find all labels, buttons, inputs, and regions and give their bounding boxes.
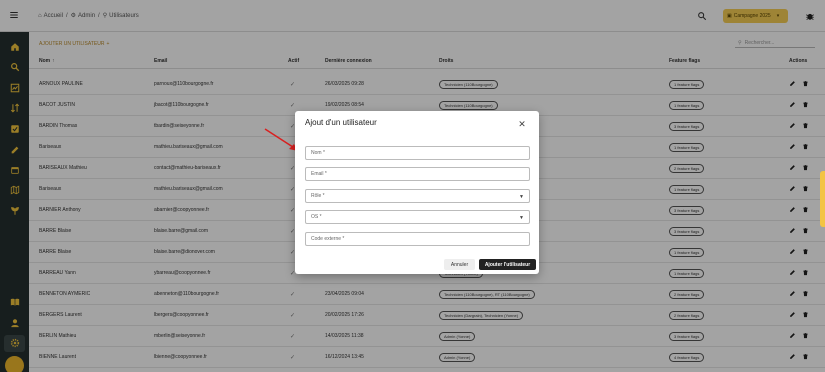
chevron-down-icon: ▼ <box>519 215 524 221</box>
dialog-title: Ajout d'un utilisateur <box>305 118 377 127</box>
os-select[interactable]: OS * ▼ <box>305 210 530 224</box>
chevron-down-icon: ▼ <box>519 194 524 200</box>
email-field[interactable]: Email * <box>305 167 530 181</box>
cancel-button[interactable]: Annuler <box>444 259 475 270</box>
side-scroll-handle[interactable] <box>820 171 825 227</box>
add-user-submit-button[interactable]: Ajouter l'utilisateur <box>479 259 536 270</box>
role-select[interactable]: Rôle * ▼ <box>305 189 530 203</box>
close-icon[interactable]: ✕ <box>517 119 527 129</box>
add-user-dialog: Ajout d'un utilisateur ✕ Nom * Email * R… <box>295 111 539 274</box>
external-code-field[interactable]: Code externe * <box>305 232 530 246</box>
name-field[interactable]: Nom * <box>305 146 530 160</box>
